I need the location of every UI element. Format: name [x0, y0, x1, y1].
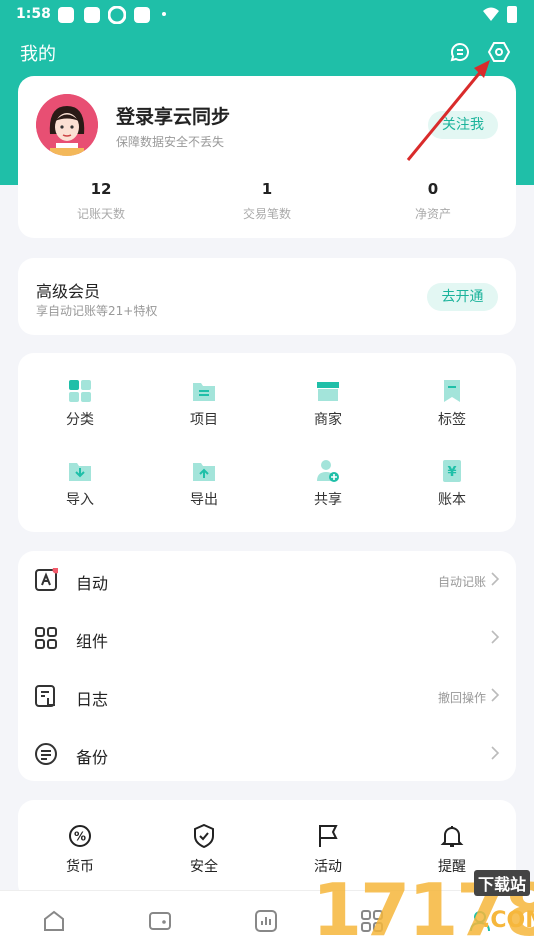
watermark-domain: .COM [482, 908, 534, 933]
watermark-tagline: 下载站 [474, 870, 531, 896]
site-watermark: 17178 下载站 .COM [312, 862, 534, 950]
annotation-arrow [406, 60, 490, 161]
